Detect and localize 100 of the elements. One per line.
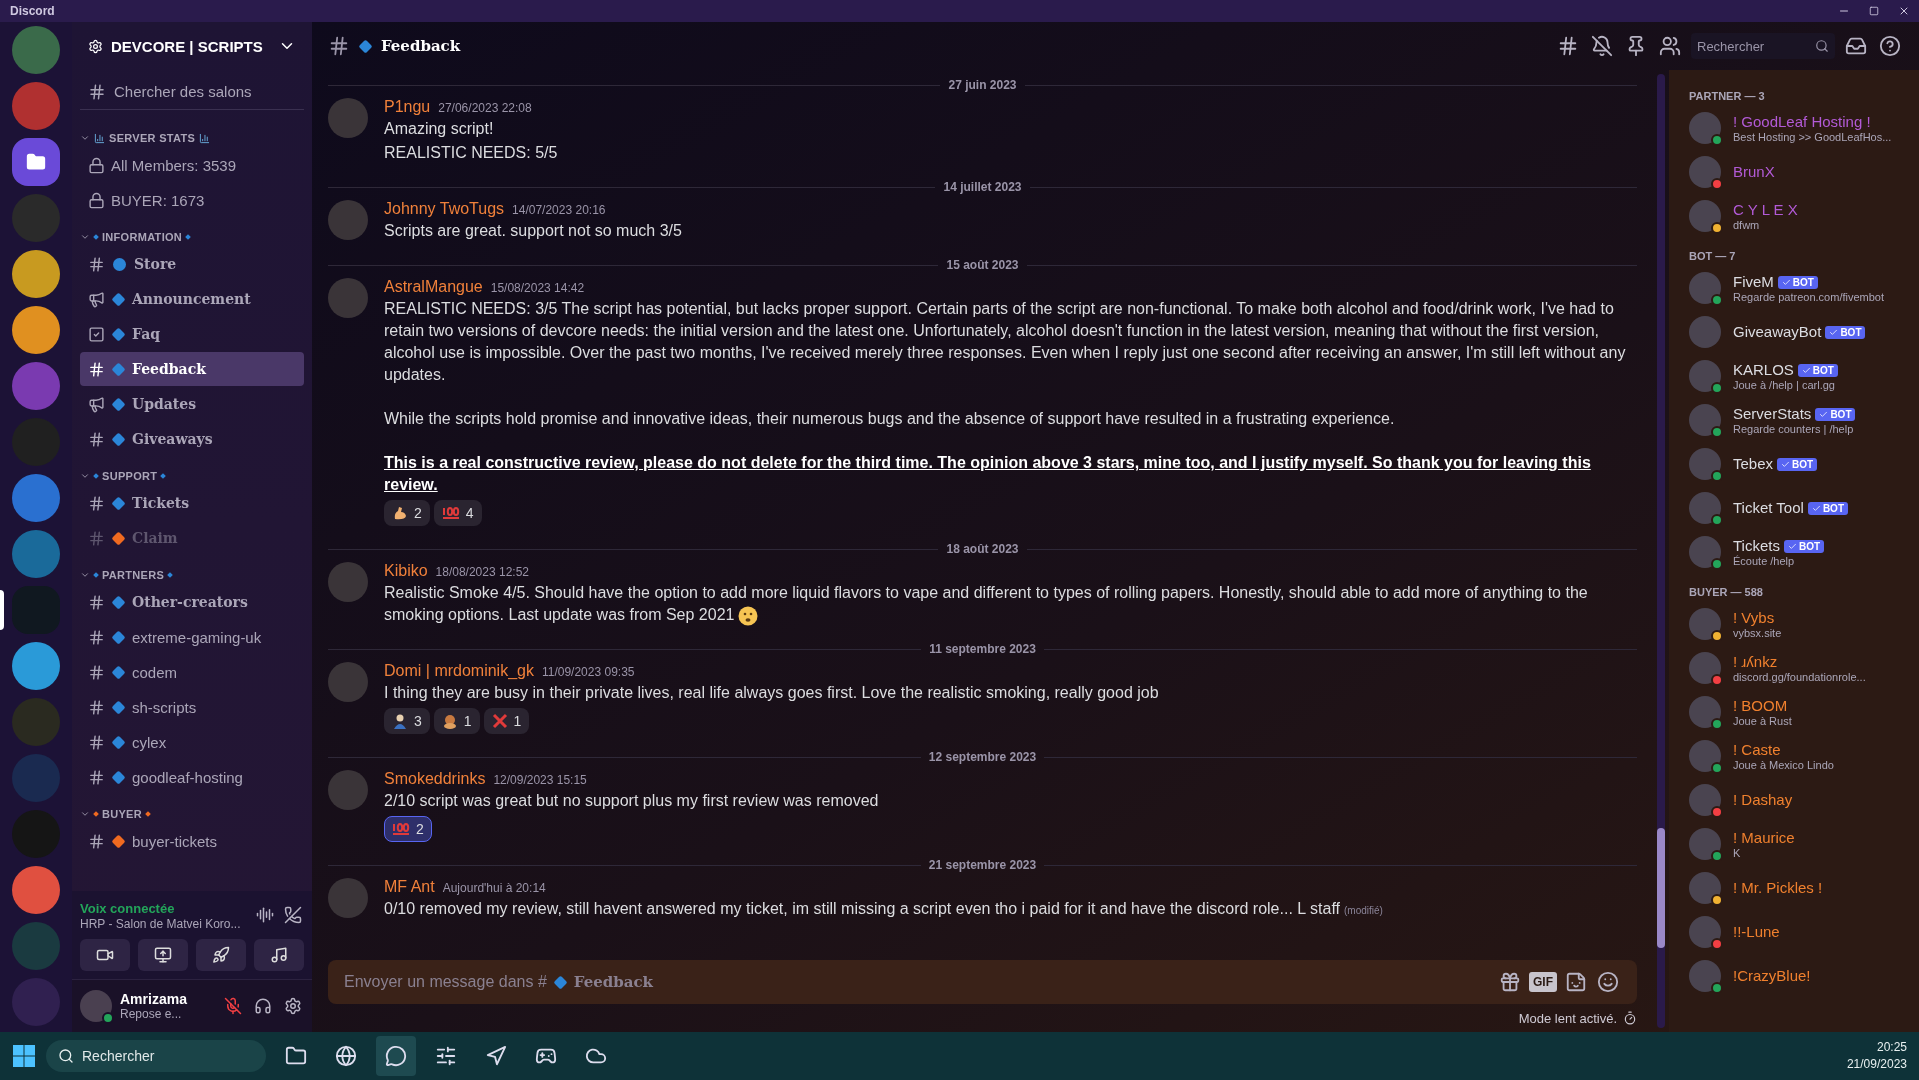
message-field[interactable]: Envoyer un message dans # Feedback GIF bbox=[328, 960, 1637, 1004]
gif-button[interactable]: GIF bbox=[1529, 972, 1557, 992]
server-icon[interactable] bbox=[12, 306, 60, 354]
bot-tag: BOT bbox=[1777, 276, 1818, 290]
message-time: Aujourd'hui à 20:14 bbox=[442, 881, 546, 895]
help-button[interactable] bbox=[1877, 33, 1903, 59]
taskbar-app[interactable] bbox=[376, 1036, 416, 1076]
bell-off-icon bbox=[1591, 35, 1613, 57]
screen-share-button[interactable] bbox=[138, 939, 188, 971]
voice-channel[interactable]: HRP - Salon de Matvei Koro... bbox=[80, 917, 241, 931]
bot-tag: BOT bbox=[1777, 458, 1818, 472]
member-item[interactable]: C Y L E X dfwm bbox=[1689, 194, 1911, 238]
reaction[interactable]: 1 bbox=[483, 708, 530, 734]
server-icon[interactable] bbox=[12, 474, 60, 522]
member-item[interactable]: ! GoodLeaf Hosting ! Best Hosting >> GoodLeafHos... bbox=[1689, 106, 1911, 150]
reaction[interactable]: 2 bbox=[384, 816, 432, 842]
taskbar-search-field[interactable]: Rechercher bbox=[46, 1040, 266, 1072]
channel-item[interactable]: goodleaf-hosting bbox=[80, 760, 304, 794]
reaction[interactable]: 1 bbox=[433, 708, 480, 734]
category-name[interactable]: SERVER STATS bbox=[109, 132, 196, 144]
channel-item[interactable]: Giveaways bbox=[80, 422, 304, 456]
channel-item[interactable]: Feedback bbox=[80, 352, 304, 386]
server-icon[interactable] bbox=[12, 26, 60, 74]
channel-item[interactable]: extreme-gaming-uk bbox=[80, 620, 304, 654]
music-button[interactable] bbox=[254, 939, 304, 971]
user-avatar[interactable] bbox=[80, 990, 112, 1022]
channel-item[interactable]: cylex bbox=[80, 725, 304, 759]
server-folder[interactable] bbox=[12, 138, 60, 186]
mute-button[interactable] bbox=[222, 995, 244, 1017]
channel-item[interactable]: Faq bbox=[80, 317, 304, 351]
message-time: 27/06/2023 22:08 bbox=[438, 101, 532, 115]
channel-item[interactable]: Store bbox=[80, 247, 304, 281]
reaction[interactable]: 3 bbox=[384, 708, 430, 734]
author-name[interactable]: AstralMangue bbox=[384, 278, 483, 296]
windows-logo-icon[interactable] bbox=[12, 1044, 36, 1068]
category-name[interactable]: INFORMATION bbox=[102, 231, 183, 243]
member-item[interactable]: ! Vybs vybsx.site bbox=[1689, 602, 1911, 646]
server-icon[interactable] bbox=[12, 866, 60, 914]
member-item[interactable]: ! BOOM Joue à Rust bbox=[1689, 690, 1911, 734]
member-item[interactable]: Tickets BOT Écoute /help bbox=[1689, 530, 1911, 574]
maximize-icon bbox=[1869, 6, 1879, 16]
member-item[interactable]: GiveawayBot BOT bbox=[1689, 310, 1911, 354]
category-name[interactable]: BUYER bbox=[102, 808, 142, 820]
member-group-title: PARTNER — 3 bbox=[1689, 90, 1766, 102]
author-name[interactable]: Kibiko bbox=[384, 562, 428, 580]
member-item[interactable]: KARLOS BOT Joue à /help | carl.gg bbox=[1689, 354, 1911, 398]
channel-item[interactable]: Announcement bbox=[80, 282, 304, 316]
member-item[interactable]: Tebex BOT bbox=[1689, 442, 1911, 486]
sliders-icon bbox=[435, 1045, 457, 1067]
emoji-button[interactable] bbox=[1595, 969, 1621, 995]
author-name[interactable]: Smokeddrinks bbox=[384, 770, 486, 788]
disconnect-button[interactable] bbox=[282, 904, 304, 926]
user-name: Amrizama bbox=[120, 991, 188, 1007]
author-name[interactable]: Domi | mrdominik_gk bbox=[384, 662, 534, 680]
channel-item[interactable]: sh-scripts bbox=[80, 690, 304, 724]
member-item[interactable]: !!-Lune bbox=[1689, 910, 1911, 954]
member-item[interactable]: ! Maurice K bbox=[1689, 822, 1911, 866]
message-text: While the scripts hold promise and innovative ideas, their numerous bugs and the absence of support have resulted in a frustrating experience. bbox=[384, 409, 1396, 429]
member-item[interactable]: ! ɹʎnkz discord.gg/foundationrole... bbox=[1689, 646, 1911, 690]
member-item[interactable]: ! Mr. Pickles ! bbox=[1689, 866, 1911, 910]
reaction[interactable]: 2 bbox=[384, 500, 430, 526]
camera-button[interactable] bbox=[80, 939, 130, 971]
server-name[interactable]: DEVCORE | SCRIPTS bbox=[111, 37, 270, 55]
server-icon[interactable] bbox=[12, 250, 60, 298]
member-item[interactable]: !CrazyBlue! bbox=[1689, 954, 1911, 998]
members-icon bbox=[1659, 35, 1681, 57]
voice-status: Voix connectée bbox=[80, 901, 175, 916]
channel-item[interactable]: BUYER: 1673 bbox=[80, 183, 304, 217]
server-icon[interactable] bbox=[12, 530, 60, 578]
member-item[interactable]: Ticket Tool BOT bbox=[1689, 486, 1911, 530]
member-activity: K bbox=[1733, 847, 1742, 859]
author-name[interactable]: P1ngu bbox=[384, 98, 431, 116]
rocket-button[interactable] bbox=[196, 939, 246, 971]
search-field[interactable]: Rechercher bbox=[1691, 33, 1835, 59]
channel-item[interactable]: Tickets bbox=[80, 486, 304, 520]
member-item[interactable]: FiveM BOT Regarde patreon.com/fivembot bbox=[1689, 266, 1911, 310]
channel-item[interactable]: Other-creators bbox=[80, 585, 304, 619]
scrollbar[interactable] bbox=[1657, 74, 1665, 1028]
category-name[interactable]: SUPPORT bbox=[102, 470, 158, 482]
channel-search-button[interactable]: Chercher des salons bbox=[80, 74, 304, 110]
author-name[interactable]: MF Ant bbox=[384, 878, 435, 896]
date-divider: 21 septembre 2023 bbox=[928, 858, 1037, 872]
slowmode-text: Mode lent activé. bbox=[1518, 1010, 1617, 1026]
member-item[interactable]: ! Caste Joue à Mexico Lindo bbox=[1689, 734, 1911, 778]
mute-notifications-button[interactable] bbox=[1589, 33, 1615, 59]
member-item[interactable]: ServerStats BOT Regarde counters | /help bbox=[1689, 398, 1911, 442]
channel-item[interactable]: Updates bbox=[80, 387, 304, 421]
member-item[interactable]: ! Dashay bbox=[1689, 778, 1911, 822]
category-name[interactable]: PARTNERS bbox=[102, 569, 165, 581]
member-item[interactable]: BrunX bbox=[1689, 150, 1911, 194]
author-name[interactable]: Johnny TwoTugs bbox=[384, 200, 505, 218]
channel-item[interactable]: buyer-tickets bbox=[80, 824, 304, 858]
gift-icon bbox=[1499, 971, 1521, 993]
message-text: Scripts are great. support not so much 3/5 bbox=[384, 221, 683, 241]
channel-item[interactable]: All Members: 3539 bbox=[80, 148, 304, 182]
server-icon[interactable] bbox=[12, 642, 60, 690]
date-divider: 14 juillet 2023 bbox=[943, 180, 1022, 194]
reaction[interactable]: 4 bbox=[433, 500, 482, 526]
hash-icon bbox=[88, 663, 105, 681]
channel-item[interactable]: codem bbox=[80, 655, 304, 689]
